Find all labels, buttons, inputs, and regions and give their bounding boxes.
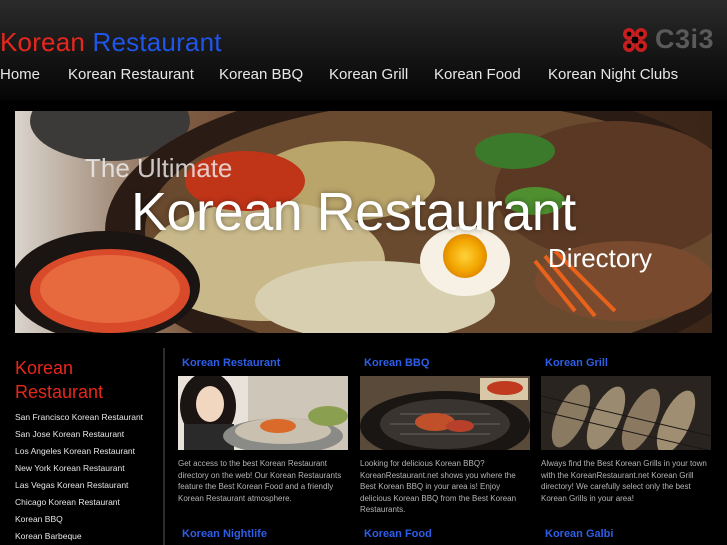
sidebar-link-chicago[interactable]: Chicago Korean Restaurant [15, 494, 143, 511]
sidebar-link-korean-bbq[interactable]: Korean BBQ [15, 511, 143, 528]
sidebar-link-las-vegas[interactable]: Las Vegas Korean Restaurant [15, 477, 143, 494]
main-nav: Home Korean Restaurant Korean BBQ Korean… [0, 66, 727, 88]
sidebar-links: San Francisco Korean Restaurant San Jose… [15, 409, 143, 545]
card-description: Get access to the best Korean Restaurant… [178, 459, 342, 503]
site-header: Korean Restaurant C3i3 Home Korean Resta… [0, 0, 727, 100]
card-title[interactable]: Korean Food [364, 527, 532, 542]
sidebar: Korean Restaurant San Francisco Korean R… [0, 348, 165, 545]
woman-with-food-image [178, 376, 348, 450]
card-korean-nightlife: Korean Nightlife [178, 527, 350, 542]
nav-korean-grill[interactable]: Korean Grill [329, 66, 408, 83]
site-title[interactable]: Korean Restaurant [0, 27, 222, 58]
c3i3-logo-icon [623, 27, 647, 52]
card-title[interactable]: Korean BBQ [364, 356, 532, 371]
hero-headline: Korean Restaurant [131, 182, 576, 242]
hero-tagline: The Ultimate [85, 153, 233, 183]
site-title-restaurant: Restaurant [92, 27, 222, 57]
sidebar-link-korean-barbeque[interactable]: Korean Barbeque [15, 528, 143, 545]
site-title-korean: Korean [0, 27, 86, 57]
hero-subline: Directory [548, 243, 653, 273]
nav-korean-restaurant[interactable]: Korean Restaurant [68, 66, 194, 83]
nav-korean-night-clubs[interactable]: Korean Night Clubs [548, 66, 678, 83]
card-korean-grill: Korean Grill Always find the Best Korean… [541, 356, 713, 504]
grilled-fish-image [541, 376, 711, 450]
brand-logo[interactable]: C3i3 [621, 24, 714, 55]
card-title[interactable]: Korean Restaurant [182, 356, 350, 371]
nav-korean-food[interactable]: Korean Food [434, 66, 521, 83]
card-korean-galbi: Korean Galbi [541, 527, 713, 542]
card-title[interactable]: Korean Galbi [545, 527, 713, 542]
sidebar-title: Korean Restaurant [15, 358, 104, 402]
sidebar-link-san-francisco[interactable]: San Francisco Korean Restaurant [15, 409, 143, 426]
card-title[interactable]: Korean Nightlife [182, 527, 350, 542]
brand-name: C3i3 [655, 24, 715, 54]
card-title[interactable]: Korean Grill [545, 356, 713, 371]
nav-korean-bbq[interactable]: Korean BBQ [219, 66, 303, 83]
sidebar-link-los-angeles[interactable]: Los Angeles Korean Restaurant [15, 443, 143, 460]
card-image-korean-restaurant[interactable] [178, 376, 348, 450]
sidebar-link-new-york[interactable]: New York Korean Restaurant [15, 460, 143, 477]
card-korean-bbq: Korean BBQ Looking for delicious Korean … [360, 356, 532, 516]
nav-home[interactable]: Home [0, 66, 40, 83]
card-korean-food: Korean Food [360, 527, 532, 542]
card-korean-restaurant: Korean Restaurant Get access to the best… [178, 356, 350, 504]
card-image-korean-grill[interactable] [541, 376, 711, 450]
card-description: Looking for delicious Korean BBQ? Korean… [360, 459, 517, 514]
bbq-grill-image [360, 376, 530, 450]
hero-banner[interactable]: The Ultimate Korean Restaurant Directory [15, 111, 712, 333]
card-image-korean-bbq[interactable] [360, 376, 530, 450]
card-description: Always find the Best Korean Grills in yo… [541, 459, 707, 503]
sidebar-link-san-jose[interactable]: San Jose Korean Restaurant [15, 426, 143, 443]
